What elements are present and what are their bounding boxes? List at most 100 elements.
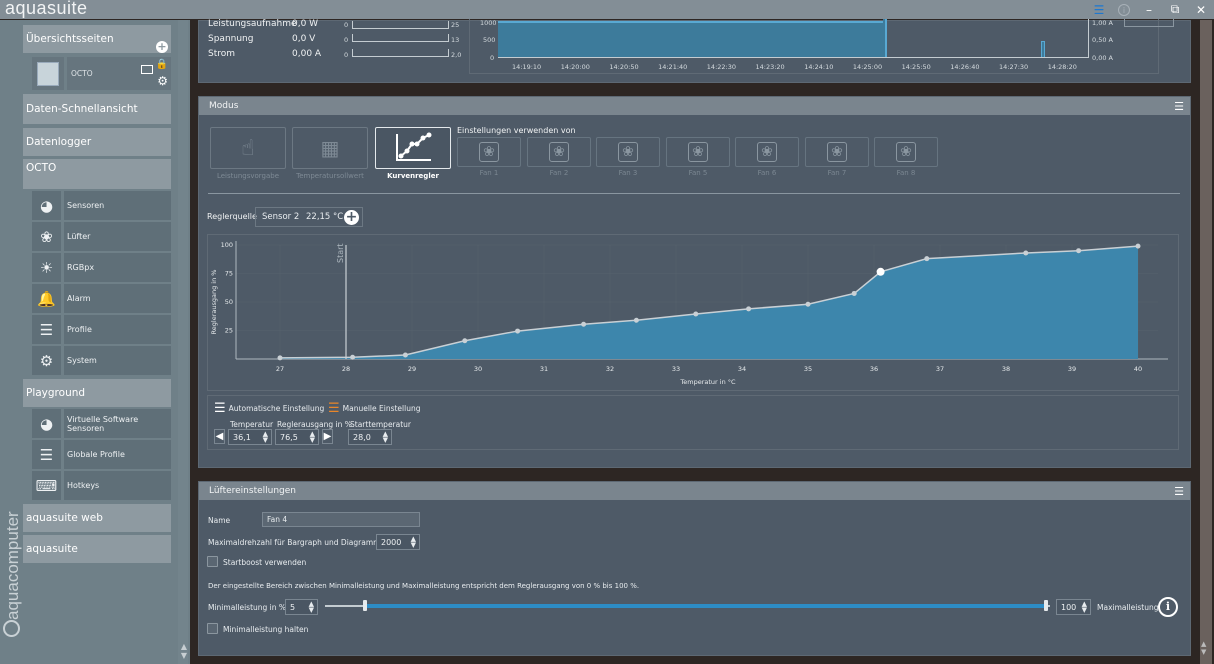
- minimize-icon[interactable]: –: [1142, 3, 1156, 17]
- sidebar-item-global-profiles[interactable]: ☰ Globale Profile: [32, 440, 171, 469]
- monitor-icon[interactable]: [141, 65, 153, 74]
- history-right-axis: [1088, 19, 1089, 58]
- mode-temperatursollwert-button[interactable]: ▦: [292, 127, 368, 169]
- sidebar-item-hotkeys[interactable]: ⌨ Hotkeys: [32, 471, 171, 500]
- fan-source-button[interactable]: ❀: [666, 137, 730, 167]
- history-chart: 1000 500 0 1,00 A 0,50 A 0,00 A 14:19:10…: [469, 19, 1159, 74]
- start-marker-label: Start: [336, 243, 345, 263]
- fan-source-button[interactable]: ❀: [596, 137, 660, 167]
- y-axis-label: Reglerausgang in %: [210, 270, 218, 335]
- close-icon[interactable]: ✕: [1194, 3, 1208, 17]
- fan-source-label: Fan 2: [549, 169, 569, 177]
- keyboard-icon: ⌨: [32, 471, 61, 500]
- sidebar-section-overview[interactable]: Übersichtsseiten +: [23, 25, 171, 53]
- sidebar-scroll-arrows[interactable]: ▲ ▼: [181, 642, 187, 660]
- fan-icon: ❀: [618, 142, 638, 162]
- source-label: Reglerquelle: [207, 212, 257, 221]
- lines-icon-orange: ☰: [328, 401, 340, 416]
- fan-source-button[interactable]: ❀: [805, 137, 869, 167]
- info-icon[interactable]: i: [1158, 597, 1178, 617]
- x-tick-label: 39: [1068, 365, 1076, 373]
- layers-icon: ☰: [32, 315, 61, 344]
- history-spike: [883, 19, 887, 57]
- fan-icon: ❀: [32, 222, 61, 251]
- sidebar-section-quickview[interactable]: Daten-Schnellansicht: [23, 94, 171, 124]
- power-range-slider[interactable]: [325, 600, 1050, 612]
- time-tick-label: 14:24:10: [804, 63, 834, 71]
- min-power-spinner[interactable]: 5 ▲ ▼: [285, 599, 318, 615]
- title-bar: aquasuite ☰ i – ⧉ ✕: [0, 0, 1214, 20]
- bar-chart-icon: ▦: [320, 136, 340, 160]
- x-tick-label: 40: [1134, 365, 1142, 373]
- hold-min-checkbox[interactable]: [207, 623, 218, 634]
- fan-icon: ❀: [757, 142, 777, 162]
- x-tick-label: 31: [540, 365, 548, 373]
- main-scrollbar[interactable]: [1200, 20, 1212, 664]
- next-point-button[interactable]: ▶: [322, 429, 333, 444]
- sidebar-section-datalogger[interactable]: Datenlogger: [23, 128, 171, 156]
- time-tick-label: 14:25:50: [901, 63, 931, 71]
- sidebar-item-luefter[interactable]: ❀ Lüfter: [32, 222, 171, 251]
- curve-point: [633, 317, 639, 323]
- x-tick-label: 27: [276, 365, 284, 373]
- manual-setting-option[interactable]: ☰ Manuelle Einstellung: [328, 401, 420, 416]
- add-icon[interactable]: +: [156, 41, 168, 53]
- fan-source-button[interactable]: ❀: [735, 137, 799, 167]
- auto-setting-option[interactable]: ☰ Automatische Einstellung: [214, 401, 324, 416]
- mode-leistungsvorgabe-button[interactable]: ☝: [210, 127, 286, 169]
- prev-point-button[interactable]: ◀: [214, 429, 225, 444]
- startboost-checkbox[interactable]: [207, 556, 218, 567]
- sidebar-item-profile[interactable]: ☰ Profile: [32, 315, 171, 344]
- time-tick-label: 14:27:30: [999, 63, 1029, 71]
- sidebar-section-playground[interactable]: Playground: [23, 379, 171, 407]
- use-settings-label: Einstellungen verwenden von: [457, 126, 576, 135]
- sidebar-section-octo[interactable]: OCTO: [23, 159, 171, 189]
- sidebar-item-virtual-sensors[interactable]: ◕ Virtuelle Software Sensoren: [32, 409, 171, 438]
- menu-icon[interactable]: ☰: [1174, 100, 1184, 113]
- power-value: 0,0 W: [292, 19, 319, 29]
- fan-icon: ❀: [688, 142, 708, 162]
- menu-icon[interactable]: ☰: [1174, 485, 1184, 498]
- x-tick-label: 37: [936, 365, 944, 373]
- x-tick-label: 34: [738, 365, 746, 373]
- sidebar-item-system[interactable]: ⚙ System: [32, 346, 171, 375]
- output-spinner[interactable]: 76,5 ▲ ▼: [275, 429, 319, 445]
- main-scroll-arrows[interactable]: ▲ ▼: [1201, 640, 1206, 656]
- sidebar-section-aquasuite[interactable]: aquasuite: [23, 535, 171, 563]
- fan-source-button[interactable]: ❀: [457, 137, 521, 167]
- gauge-icon: ◕: [32, 409, 61, 438]
- slider-min-handle[interactable]: [363, 600, 367, 611]
- curve-chart-icon: [396, 132, 432, 161]
- max-rpm-spinner[interactable]: 2000 ▲ ▼: [376, 534, 420, 550]
- x-tick-label: 30: [474, 365, 482, 373]
- max-power-spinner[interactable]: 100 ▲ ▼: [1056, 599, 1091, 615]
- info-icon[interactable]: i: [1118, 3, 1130, 16]
- curve-point: [515, 328, 521, 334]
- start-temperature-spinner[interactable]: 28,0 ▲ ▼: [348, 429, 392, 445]
- name-input[interactable]: Fan 4: [262, 512, 420, 527]
- voltage-value: 0,0 V: [292, 34, 316, 44]
- layers-icon[interactable]: ☰: [1092, 3, 1106, 17]
- lock-icon[interactable]: 🔒: [156, 59, 168, 70]
- sidebar-item-sensoren[interactable]: ◕ Sensoren: [32, 191, 171, 220]
- fan-source-button[interactable]: ❀: [874, 137, 938, 167]
- slider-max-handle[interactable]: [1044, 600, 1048, 611]
- fan-source-label: Fan 8: [896, 169, 916, 177]
- mode-kurvenregler-button[interactable]: [375, 127, 451, 169]
- x-tick-label: 36: [870, 365, 878, 373]
- sidebar-item-rgbpx[interactable]: ☀ RGBpx: [32, 253, 171, 282]
- restore-icon[interactable]: ⧉: [1168, 2, 1182, 17]
- add-source-icon[interactable]: +: [344, 210, 359, 225]
- temperature-spinner[interactable]: 36,1 ▲ ▼: [228, 429, 272, 445]
- curve-point: [581, 321, 587, 327]
- overview-page-item[interactable]: OCTO 🔒 ⚙: [32, 57, 171, 90]
- fan-source-button[interactable]: ❀: [527, 137, 591, 167]
- sidebar-section-aquasuite-web[interactable]: aquasuite web: [23, 504, 171, 532]
- gear-icon[interactable]: ⚙: [157, 74, 168, 88]
- curve-point: [350, 354, 356, 360]
- sidebar-scrollbar[interactable]: [178, 20, 188, 664]
- history-spike-2: [1041, 41, 1045, 57]
- history-area-rpm: [498, 21, 883, 57]
- sidebar-item-alarm[interactable]: 🔔 Alarm: [32, 284, 171, 313]
- source-selector[interactable]: Sensor 2 22,15 °C +: [255, 207, 363, 227]
